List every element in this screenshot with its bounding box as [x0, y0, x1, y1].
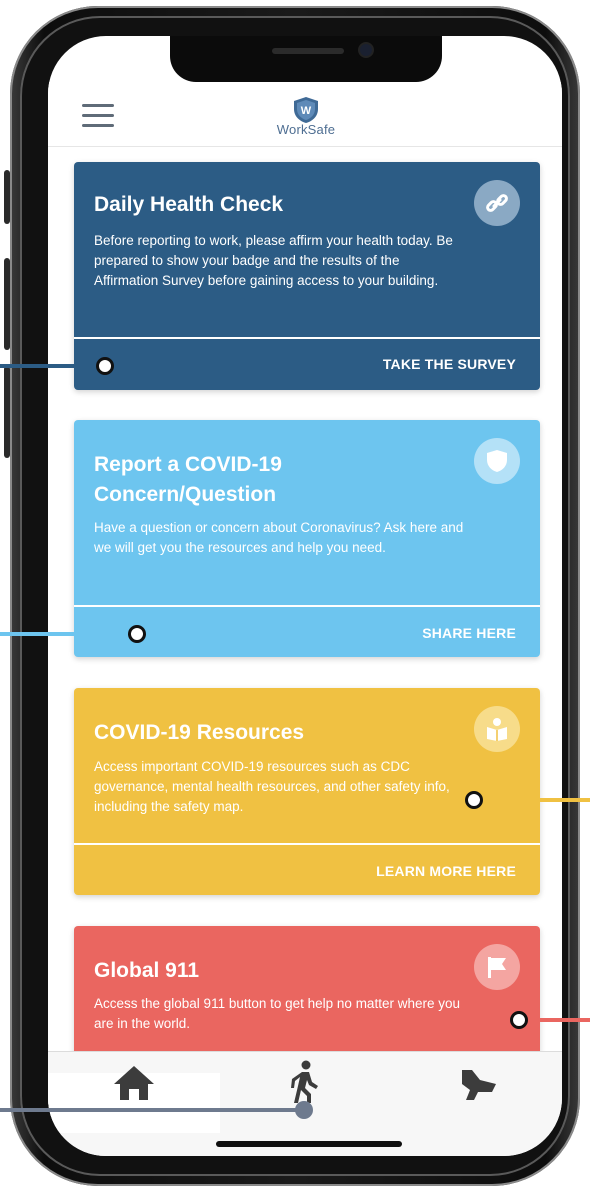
app-logo: W WorkSafe: [274, 96, 338, 144]
callout-line-walk: [0, 1108, 304, 1112]
card-list: Daily Health Check Before reporting to w…: [48, 147, 562, 1052]
card-title: COVID-19 Resources: [94, 721, 305, 744]
front-camera: [360, 44, 372, 56]
card-body: Access the global 911 button to get help…: [94, 996, 460, 1031]
flag-icon: [474, 944, 520, 990]
card-title: Report a COVID-19 Concern/Question: [94, 453, 282, 506]
card-body: Before reporting to work, please affirm …: [94, 233, 453, 288]
card-report-concern[interactable]: Report a COVID-19 Concern/Question Have …: [74, 420, 540, 657]
shield-icon: [474, 438, 520, 484]
svg-text:W: W: [301, 105, 312, 117]
card-body: Access important COVID-19 resources such…: [94, 759, 450, 814]
app-header: W WorkSafe: [48, 82, 562, 147]
card-title: Global 911: [94, 959, 200, 982]
callout-dot-survey: [96, 357, 114, 375]
callout-dot-share: [128, 625, 146, 643]
callout-dot-911: [510, 1011, 528, 1029]
home-indicator: [216, 1141, 402, 1147]
callout-dot-walk: [295, 1101, 313, 1119]
card-body: Have a question or concern about Coronav…: [94, 520, 464, 555]
speaker: [272, 48, 344, 54]
card-divider: [74, 843, 540, 845]
callout-line-share: [0, 632, 134, 636]
volume-down-button: [4, 366, 10, 458]
walking-person-icon[interactable]: [284, 1060, 332, 1103]
silent-switch: [4, 170, 10, 224]
callout-line-911: [520, 1018, 590, 1022]
menu-icon[interactable]: [82, 104, 114, 128]
share-here-button[interactable]: SHARE HERE: [422, 625, 516, 641]
home-icon[interactable]: [112, 1064, 160, 1104]
card-title: Daily Health Check: [94, 193, 284, 216]
take-survey-button[interactable]: TAKE THE SURVEY: [383, 356, 516, 372]
callout-line-resources: [474, 798, 590, 802]
link-icon: [474, 180, 520, 226]
shield-logo-icon: W: [292, 96, 320, 124]
card-global-911[interactable]: Global 911 Access the global 911 button …: [74, 926, 540, 1052]
card-divider: [74, 605, 540, 607]
learn-more-button[interactable]: LEARN MORE HERE: [376, 863, 516, 879]
phone-screen: W WorkSafe Daily Health Check Before rep…: [48, 36, 562, 1156]
logo-text: WorkSafe: [276, 122, 336, 137]
volume-up-button: [4, 258, 10, 350]
book-reader-icon: [474, 706, 520, 752]
card-divider: [74, 337, 540, 339]
notch: [170, 36, 442, 82]
card-daily-health-check[interactable]: Daily Health Check Before reporting to w…: [74, 162, 540, 390]
callout-line-survey: [0, 364, 104, 368]
callout-dot-resources: [465, 791, 483, 809]
megaphone-icon[interactable]: [456, 1066, 504, 1106]
